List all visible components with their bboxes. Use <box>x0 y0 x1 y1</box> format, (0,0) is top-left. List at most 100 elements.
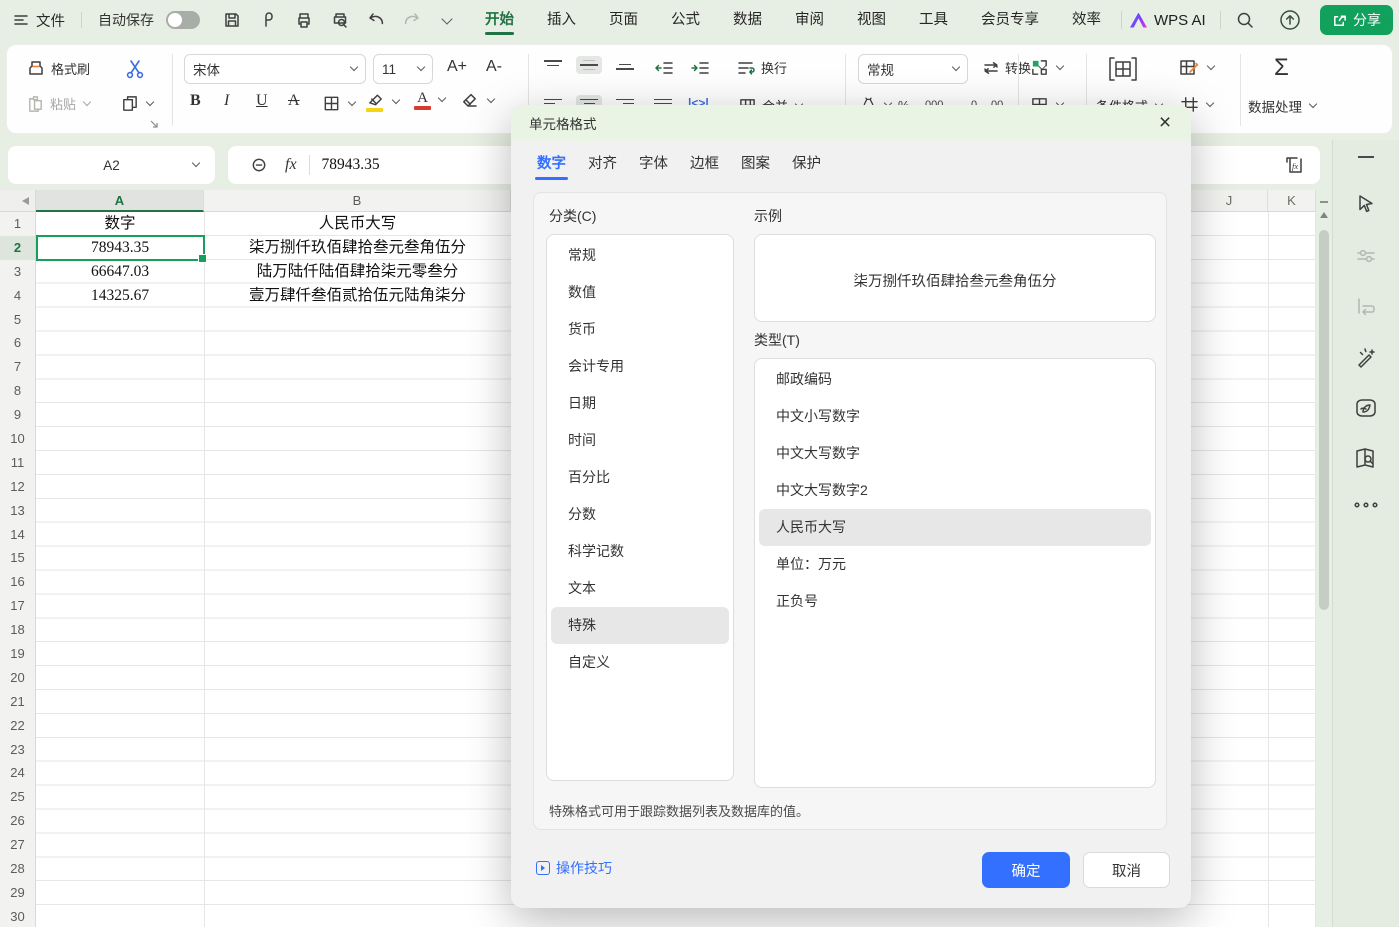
cell-B4[interactable]: 壹万肆仟叁佰贰拾伍元陆角柒分 <box>204 284 511 308</box>
row-header-29[interactable]: 29 <box>0 881 35 905</box>
insert-cells-button[interactable] <box>1030 58 1063 77</box>
row-header-25[interactable]: 25 <box>0 785 35 809</box>
category-item-文本[interactable]: 文本 <box>551 570 729 607</box>
cancel-button[interactable]: 取消 <box>1083 852 1170 888</box>
type-list[interactable]: 邮政编码中文小写数字中文大写数字中文大写数字2人民币大写单位：万元正负号 <box>754 358 1156 788</box>
category-item-百分比[interactable]: 百分比 <box>551 459 729 496</box>
underline-button[interactable]: U <box>256 92 268 110</box>
row-header-17[interactable]: 17 <box>0 594 35 618</box>
row-header-7[interactable]: 7 <box>0 355 35 379</box>
menu-tab-效率[interactable]: 效率 <box>1060 0 1113 40</box>
vertical-scrollbar[interactable] <box>1316 190 1332 927</box>
cell-B2[interactable]: 柒万捌仟玖佰肆拾叁元叁角伍分 <box>204 236 511 260</box>
autosave-toggle[interactable] <box>166 11 200 29</box>
category-item-分数[interactable]: 分数 <box>551 496 729 533</box>
wps-ai-button[interactable]: WPS AI <box>1130 12 1206 29</box>
name-box[interactable]: A2 <box>8 146 215 184</box>
type-item-邮政编码[interactable]: 邮政编码 <box>759 361 1151 398</box>
data-processing-button[interactable]: 数据处理 <box>1248 96 1316 116</box>
row-header-16[interactable]: 16 <box>0 570 35 594</box>
autosum-icon[interactable]: Σ <box>1274 54 1289 82</box>
type-item-中文小写数字[interactable]: 中文小写数字 <box>759 398 1151 435</box>
shrink-font-button[interactable]: A- <box>486 58 502 76</box>
column-header-k[interactable]: K <box>1268 190 1316 212</box>
row-header-27[interactable]: 27 <box>0 833 35 857</box>
column-header-a[interactable]: A <box>36 190 204 212</box>
type-item-单位：万元[interactable]: 单位：万元 <box>759 546 1151 583</box>
undo-icon[interactable] <box>366 10 386 30</box>
row-header-9[interactable]: 9 <box>0 403 35 427</box>
cell-A1[interactable]: 数字 <box>36 212 204 236</box>
font-size-select[interactable]: 11 <box>373 54 433 84</box>
dialog-tab-边框[interactable]: 边框 <box>688 141 721 187</box>
category-item-数值[interactable]: 数值 <box>551 274 729 311</box>
type-item-正负号[interactable]: 正负号 <box>759 583 1151 620</box>
print-icon[interactable] <box>294 10 314 30</box>
dialog-tab-数字[interactable]: 数字 <box>535 141 568 187</box>
fill-color-button[interactable] <box>366 92 399 112</box>
more-options-icon[interactable] <box>1353 500 1379 510</box>
search-icon[interactable] <box>1235 10 1255 30</box>
row-header-23[interactable]: 23 <box>0 738 35 762</box>
ok-button[interactable]: 确定 <box>982 852 1070 888</box>
row-header-6[interactable]: 6 <box>0 331 35 355</box>
zoom-formula-icon[interactable] <box>250 156 269 175</box>
borders-button[interactable] <box>322 94 355 113</box>
menu-tab-页面[interactable]: 页面 <box>597 0 650 40</box>
menu-tab-视图[interactable]: 视图 <box>845 0 898 40</box>
conditional-format-icon[interactable] <box>1108 56 1138 82</box>
font-color-button[interactable]: A <box>414 90 445 110</box>
italic-button[interactable]: I <box>224 92 229 110</box>
category-item-时间[interactable]: 时间 <box>551 422 729 459</box>
dialog-tab-对齐[interactable]: 对齐 <box>586 141 619 187</box>
hamburger-menu-icon[interactable] <box>12 11 30 29</box>
menu-tab-工具[interactable]: 工具 <box>907 0 960 40</box>
column-header-j[interactable]: J <box>1191 190 1268 212</box>
cell-A4[interactable]: 14325.67 <box>36 284 204 308</box>
dialog-tab-字体[interactable]: 字体 <box>637 141 670 187</box>
category-item-自定义[interactable]: 自定义 <box>551 644 729 681</box>
fx-panel-icon[interactable]: fx <box>1284 155 1304 175</box>
row-header-12[interactable]: 12 <box>0 475 35 499</box>
category-item-货币[interactable]: 货币 <box>551 311 729 348</box>
font-name-select[interactable]: 宋体 <box>184 54 366 84</box>
increase-indent-button[interactable] <box>686 56 714 85</box>
close-icon[interactable]: × <box>1153 111 1177 135</box>
row-header-8[interactable]: 8 <box>0 379 35 403</box>
tips-link[interactable]: 操作技巧 <box>536 858 612 878</box>
category-item-会计专用[interactable]: 会计专用 <box>551 348 729 385</box>
row-header-15[interactable]: 15 <box>0 546 35 570</box>
bold-button[interactable]: B <box>190 92 201 110</box>
export-icon[interactable] <box>258 10 278 30</box>
number-format-select[interactable]: 常规 <box>858 54 968 84</box>
print-preview-icon[interactable] <box>330 10 350 30</box>
paste-dropdown-icon[interactable] <box>83 97 91 105</box>
row-header-26[interactable]: 26 <box>0 809 35 833</box>
redo-icon[interactable] <box>402 10 422 30</box>
row-header-13[interactable]: 13 <box>0 499 35 523</box>
row-header-22[interactable]: 22 <box>0 714 35 738</box>
file-menu[interactable]: 文件 <box>36 10 65 31</box>
menu-tab-公式[interactable]: 公式 <box>659 0 712 40</box>
align-top-button[interactable] <box>540 56 566 74</box>
row-header-30[interactable]: 30 <box>0 905 35 927</box>
type-item-人民币大写[interactable]: 人民币大写 <box>759 509 1151 546</box>
cursor-select-icon[interactable] <box>1354 192 1378 216</box>
row-header-19[interactable]: 19 <box>0 642 35 666</box>
row-header-14[interactable]: 14 <box>0 523 35 547</box>
table-style-button[interactable] <box>1178 58 1214 78</box>
cell-B3[interactable]: 陆万陆仟陆佰肆拾柒元零叁分 <box>204 260 511 284</box>
scroll-up-icon[interactable] <box>1320 212 1328 218</box>
eco-template-icon[interactable] <box>1353 396 1379 420</box>
book-search-icon[interactable] <box>1353 446 1379 470</box>
category-list[interactable]: 常规数值货币会计专用日期时间百分比分数科学记数文本特殊自定义 <box>546 234 734 781</box>
expand-clipboard-icon[interactable] <box>148 118 160 130</box>
row-header-4[interactable]: 4 <box>0 284 35 308</box>
dialog-tab-图案[interactable]: 图案 <box>739 141 772 187</box>
split-handle-icon[interactable] <box>1320 201 1328 203</box>
scrollbar-thumb[interactable] <box>1319 230 1329 610</box>
category-item-日期[interactable]: 日期 <box>551 385 729 422</box>
cell-B1[interactable]: 人民币大写 <box>204 212 511 236</box>
row-header-18[interactable]: 18 <box>0 618 35 642</box>
menu-tab-会员专享[interactable]: 会员专享 <box>969 0 1051 40</box>
